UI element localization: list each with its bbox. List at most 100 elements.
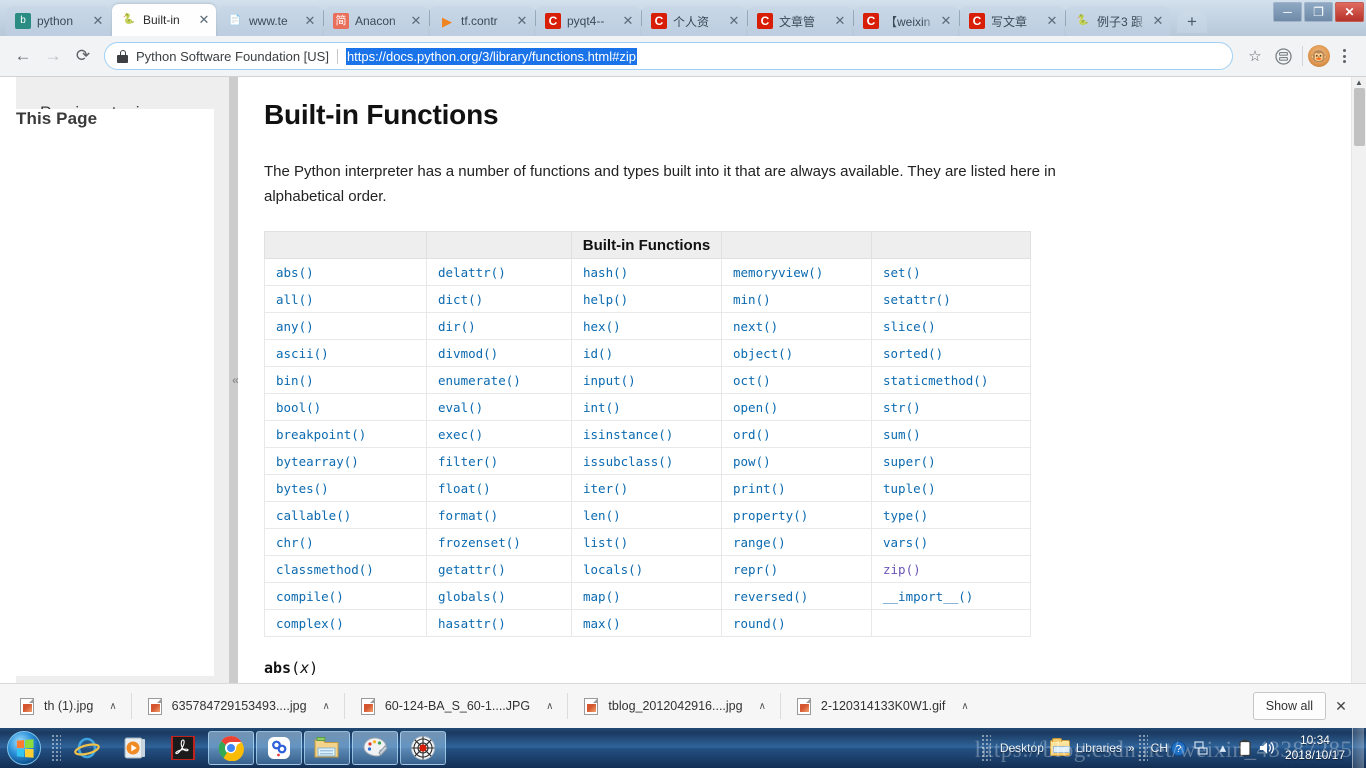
download-menu-caret-icon[interactable]: ∧ — [546, 701, 553, 712]
tab-close-button[interactable]: ✕ — [832, 13, 848, 29]
builtin-function-link[interactable]: issubclass() — [571, 447, 722, 475]
builtin-function-link[interactable]: exec() — [426, 420, 572, 448]
builtin-function-link[interactable]: next() — [721, 312, 872, 340]
taskbar-spider-app[interactable] — [400, 731, 446, 765]
download-item[interactable]: tblog_2012042916....jpg ∧ — [574, 690, 773, 722]
builtin-function-link[interactable]: eval() — [426, 393, 572, 421]
url-text[interactable]: https://docs.python.org/3/library/functi… — [345, 47, 637, 65]
scrollbar-thumb[interactable] — [1354, 88, 1365, 146]
browser-tab[interactable]: C 文章管 ✕ — [748, 6, 852, 36]
builtin-function-link[interactable]: bytearray() — [264, 447, 427, 475]
builtin-function-link[interactable]: hasattr() — [426, 609, 572, 637]
browser-tab[interactable]: ▶ tf.contr ✕ — [430, 6, 534, 36]
taskbar-google-chrome[interactable] — [208, 731, 254, 765]
browser-tab[interactable]: 📄 www.te ✕ — [218, 6, 322, 36]
builtin-function-link[interactable]: __import__() — [871, 582, 1031, 610]
scroll-up-arrow[interactable]: ▲ — [1352, 77, 1366, 87]
builtin-function-link[interactable]: bool() — [264, 393, 427, 421]
function-name[interactable]: abs — [264, 659, 291, 677]
builtin-function-link[interactable]: getattr() — [426, 555, 572, 583]
builtin-function-link[interactable]: pow() — [721, 447, 872, 475]
tab-close-button[interactable]: ✕ — [620, 13, 636, 29]
address-bar[interactable]: Python Software Foundation [US] https://… — [104, 42, 1233, 70]
avatar[interactable]: 🐵 — [1308, 45, 1330, 67]
tray-expand-arrow[interactable]: ▴ — [1212, 735, 1234, 761]
taskbar-adobe-reader[interactable] — [160, 731, 206, 765]
tab-close-button[interactable]: ✕ — [1044, 13, 1060, 29]
builtin-function-link[interactable]: all() — [264, 285, 427, 313]
builtin-function-link[interactable]: sorted() — [871, 339, 1031, 367]
builtin-function-link[interactable]: dict() — [426, 285, 572, 313]
maximize-button[interactable]: ❐ — [1304, 2, 1333, 22]
taskbar-windows-explorer[interactable] — [304, 731, 350, 765]
tab-close-button[interactable]: ✕ — [938, 13, 954, 29]
tab-close-button[interactable]: ✕ — [196, 12, 212, 28]
extension-icon[interactable] — [1269, 42, 1297, 70]
sidebar-collapse-handle[interactable]: « — [231, 374, 240, 386]
builtin-function-link[interactable]: hash() — [571, 258, 722, 286]
browser-tab[interactable]: C 【weixin ✕ — [854, 6, 958, 36]
taskbar-clock[interactable]: 10:34 2018/10/17 — [1278, 733, 1352, 763]
page-scrollbar[interactable]: ▲ — [1351, 77, 1366, 683]
builtin-function-link[interactable]: ascii() — [264, 339, 427, 367]
builtin-function-link[interactable]: vars() — [871, 528, 1031, 556]
browser-tab-active[interactable]: 🐍 Built-in ✕ — [112, 4, 216, 36]
builtin-function-link[interactable]: complex() — [264, 609, 427, 637]
taskbar-anaconda[interactable] — [256, 731, 302, 765]
browser-tab[interactable]: C 个人资 ✕ — [642, 6, 746, 36]
help-icon[interactable]: ? — [1168, 735, 1190, 761]
download-item[interactable]: 60-124-BA_S_60-1....JPG ∧ — [351, 690, 562, 722]
builtin-function-link[interactable]: min() — [721, 285, 872, 313]
builtin-function-link[interactable]: divmod() — [426, 339, 572, 367]
builtin-function-link[interactable]: float() — [426, 474, 572, 502]
builtin-function-link[interactable]: memoryview() — [721, 258, 872, 286]
builtin-function-link[interactable]: staticmethod() — [871, 366, 1031, 394]
builtin-function-link[interactable]: map() — [571, 582, 722, 610]
builtin-function-link[interactable]: callable() — [264, 501, 427, 529]
builtin-function-link[interactable]: ord() — [721, 420, 872, 448]
libraries-label[interactable]: Libraries — [1076, 741, 1122, 755]
builtin-function-link[interactable]: setattr() — [871, 285, 1031, 313]
tab-close-button[interactable]: ✕ — [90, 13, 106, 29]
tab-close-button[interactable]: ✕ — [1150, 13, 1166, 29]
builtin-function-link[interactable]: super() — [871, 447, 1031, 475]
builtin-function-link[interactable]: max() — [571, 609, 722, 637]
builtin-function-link[interactable]: zip() — [871, 555, 1031, 583]
builtin-function-link[interactable]: oct() — [721, 366, 872, 394]
browser-tab[interactable]: C 写文章 ✕ — [960, 6, 1064, 36]
download-item[interactable]: 635784729153493....jpg ∧ — [138, 690, 338, 722]
show-desktop-button[interactable] — [1352, 728, 1364, 768]
tab-close-button[interactable]: ✕ — [302, 13, 318, 29]
tab-close-button[interactable]: ✕ — [408, 13, 424, 29]
builtin-function-link[interactable]: str() — [871, 393, 1031, 421]
battery-icon[interactable] — [1234, 735, 1256, 761]
builtin-function-link[interactable]: abs() — [264, 258, 427, 286]
browser-tab[interactable]: 🐍 例子3 跟 ✕ — [1066, 6, 1170, 36]
forward-button[interactable]: → — [38, 41, 68, 71]
builtin-function-link[interactable]: compile() — [264, 582, 427, 610]
builtin-function-link[interactable]: locals() — [571, 555, 722, 583]
builtin-function-link[interactable]: dir() — [426, 312, 572, 340]
chrome-menu-button[interactable] — [1330, 42, 1358, 70]
download-item[interactable]: th (1).jpg ∧ — [10, 690, 125, 722]
tray-grip[interactable] — [980, 734, 991, 762]
taskbar-grip[interactable] — [51, 734, 61, 762]
reload-button[interactable]: ⟳ — [68, 41, 98, 71]
download-item[interactable]: 2-120314133K0W1.gif ∧ — [787, 690, 977, 722]
tab-close-button[interactable]: ✕ — [726, 13, 742, 29]
tray-grip-2[interactable] — [1137, 734, 1148, 762]
taskbar-paint[interactable] — [352, 731, 398, 765]
builtin-function-link[interactable]: isinstance() — [571, 420, 722, 448]
builtin-function-link[interactable]: tuple() — [871, 474, 1031, 502]
builtin-function-link[interactable]: input() — [571, 366, 722, 394]
network-icon[interactable] — [1190, 735, 1212, 761]
builtin-function-link[interactable]: help() — [571, 285, 722, 313]
back-button[interactable]: ← — [8, 41, 38, 71]
builtin-function-link[interactable]: reversed() — [721, 582, 872, 610]
builtin-function-link[interactable]: print() — [721, 474, 872, 502]
builtin-function-link[interactable]: open() — [721, 393, 872, 421]
show-all-downloads-button[interactable]: Show all — [1252, 692, 1326, 720]
builtin-function-link[interactable]: round() — [721, 609, 872, 637]
volume-icon[interactable] — [1256, 735, 1278, 761]
builtin-function-link[interactable]: bytes() — [264, 474, 427, 502]
